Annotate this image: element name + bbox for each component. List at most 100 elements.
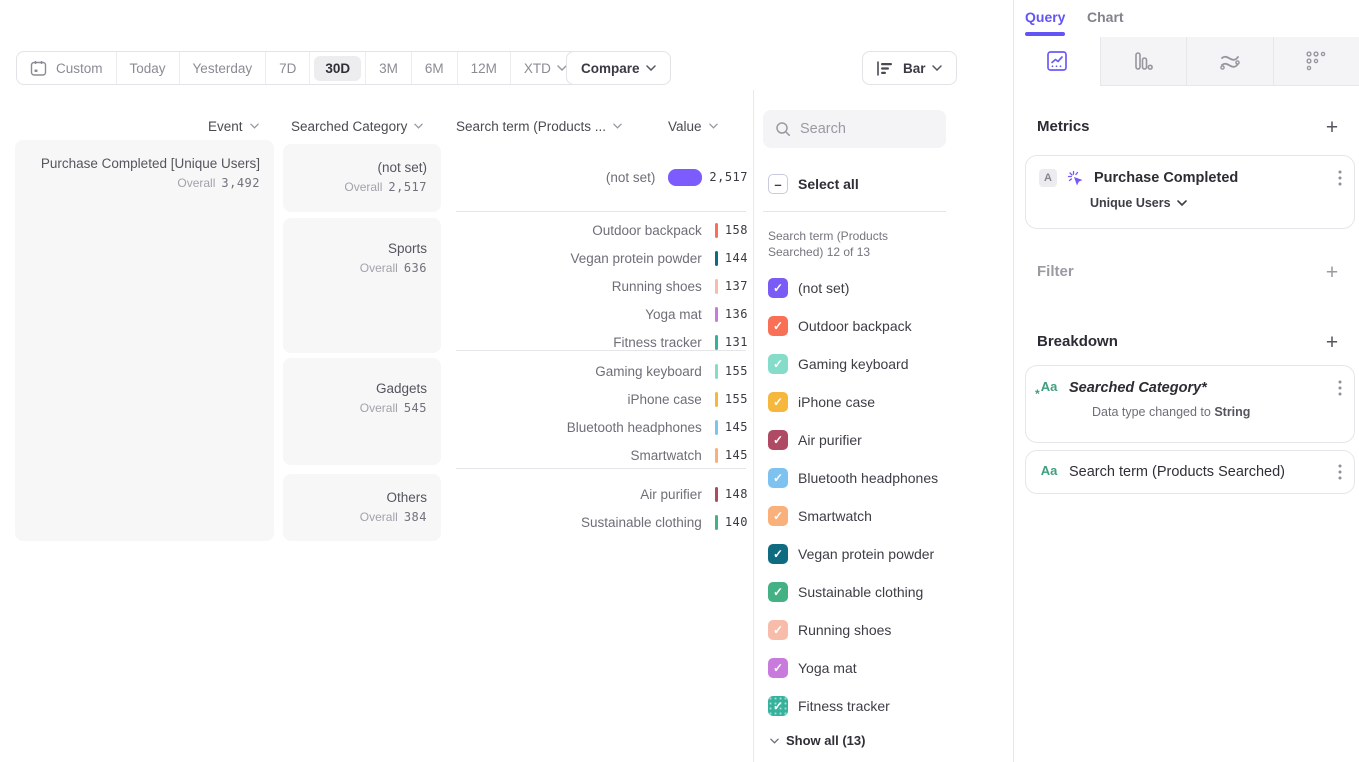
legend-item[interactable]: ✓ Smartwatch: [768, 506, 872, 526]
value-bar[interactable]: [715, 487, 718, 502]
category-cell[interactable]: Others Overall384: [283, 474, 441, 541]
tab-insights[interactable]: [1014, 37, 1100, 86]
legend-item[interactable]: ✓ Air purifier: [768, 430, 862, 450]
legend-item[interactable]: ✓ Vegan protein powder: [768, 544, 934, 564]
legend-item[interactable]: ✓ Sustainable clothing: [768, 582, 923, 602]
value-bar[interactable]: [715, 335, 718, 350]
column-header-search-term[interactable]: Search term (Products ...: [456, 115, 622, 137]
value-bar[interactable]: [715, 515, 718, 530]
date-30d-selected: 30D: [314, 56, 361, 81]
date-6m-button[interactable]: 6M: [411, 52, 457, 84]
legend-item-label: Outdoor backpack: [798, 318, 912, 334]
compare-button[interactable]: Compare: [566, 51, 671, 85]
legend-item[interactable]: ✓ Gaming keyboard: [768, 354, 909, 374]
term-row[interactable]: Gaming keyboard 155: [456, 357, 748, 385]
column-header-value[interactable]: Value: [668, 115, 718, 137]
value-bar[interactable]: [715, 392, 718, 407]
kebab-menu-icon[interactable]: [1338, 170, 1342, 186]
term-label: Fitness tracker: [456, 335, 715, 350]
checkbox-checked-icon[interactable]: ✓: [768, 658, 788, 678]
value-bar[interactable]: [715, 307, 718, 322]
search-input[interactable]: [800, 121, 930, 137]
overall-value: 384: [404, 510, 427, 524]
checkbox-checked-icon[interactable]: ✓: [768, 506, 788, 526]
select-all-checkbox[interactable]: – Select all: [768, 174, 859, 194]
checkbox-checked-icon[interactable]: ✓: [768, 696, 788, 716]
kebab-menu-icon[interactable]: [1338, 380, 1342, 396]
date-7d-button[interactable]: 7D: [265, 52, 309, 84]
term-row[interactable]: Bluetooth headphones 145: [456, 413, 748, 441]
tab-funnels[interactable]: [1100, 37, 1187, 86]
tab-query[interactable]: Query: [1025, 9, 1065, 25]
legend-search[interactable]: [763, 110, 946, 148]
tab-chart[interactable]: Chart: [1087, 9, 1124, 25]
term-row[interactable]: Outdoor backpack 158: [456, 216, 748, 244]
term-row[interactable]: Air purifier 148: [456, 480, 748, 508]
legend-item-label: iPhone case: [798, 394, 875, 410]
add-filter-button[interactable]: +: [1322, 263, 1342, 283]
term-row[interactable]: Fitness tracker 131: [456, 328, 748, 356]
show-all-link[interactable]: Show all (13): [770, 733, 865, 748]
column-header-category[interactable]: Searched Category: [291, 115, 423, 137]
checkbox-checked-icon[interactable]: ✓: [768, 354, 788, 374]
metric-aggregation-dropdown[interactable]: Unique Users: [1026, 187, 1354, 223]
date-today-button[interactable]: Today: [116, 52, 179, 84]
term-value: 2,517: [709, 170, 748, 184]
add-breakdown-button[interactable]: +: [1322, 333, 1342, 353]
tab-flows[interactable]: [1186, 37, 1273, 86]
legend-item[interactable]: ✓ Fitness tracker: [768, 696, 890, 716]
kebab-menu-icon[interactable]: [1338, 464, 1342, 480]
category-cell[interactable]: Sports Overall636: [283, 218, 441, 353]
checkbox-checked-icon[interactable]: ✓: [768, 468, 788, 488]
value-bar[interactable]: [715, 251, 718, 266]
legend-item[interactable]: ✓ Yoga mat: [768, 658, 857, 678]
term-row[interactable]: Vegan protein powder 144: [456, 244, 748, 272]
term-row[interactable]: Smartwatch 145: [456, 441, 748, 469]
category-cell[interactable]: (not set) Overall2,517: [283, 144, 441, 212]
date-30d-button[interactable]: 30D: [309, 52, 365, 84]
checkbox-checked-icon[interactable]: ✓: [768, 544, 788, 564]
event-cell[interactable]: Purchase Completed [Unique Users] Overal…: [15, 140, 274, 541]
category-cell[interactable]: Gadgets Overall545: [283, 358, 441, 465]
checkbox-checked-icon[interactable]: ✓: [768, 316, 788, 336]
date-yesterday-button[interactable]: Yesterday: [179, 52, 266, 84]
date-3m-button[interactable]: 3M: [365, 52, 411, 84]
value-bar[interactable]: [668, 169, 702, 186]
legend-item[interactable]: ✓ Outdoor backpack: [768, 316, 912, 336]
term-row[interactable]: iPhone case 155: [456, 385, 748, 413]
overall-value: 2,517: [388, 180, 427, 194]
date-12m-button[interactable]: 12M: [457, 52, 510, 84]
note-datatype: String: [1214, 405, 1250, 419]
breakdown-card[interactable]: Aa Search term (Products Searched): [1025, 450, 1355, 494]
checkbox-checked-icon[interactable]: ✓: [768, 620, 788, 640]
term-row[interactable]: Sustainable clothing 140: [456, 508, 748, 536]
active-tab-underline: [1025, 32, 1065, 36]
chart-type-label: Bar: [903, 61, 926, 76]
column-header-event[interactable]: Event: [208, 115, 259, 137]
term-row[interactable]: (not set) 2,517: [456, 163, 748, 191]
value-bar[interactable]: [715, 364, 718, 379]
checkbox-checked-icon[interactable]: ✓: [768, 430, 788, 450]
chart-type-button[interactable]: Bar: [862, 51, 957, 85]
checkbox-checked-icon[interactable]: ✓: [768, 392, 788, 412]
query-panel-divider: [1013, 0, 1014, 762]
checkbox-checked-icon[interactable]: ✓: [768, 582, 788, 602]
legend-item-label: Gaming keyboard: [798, 356, 909, 372]
date-custom-button[interactable]: Custom: [17, 52, 116, 84]
legend-item[interactable]: ✓ Bluetooth headphones: [768, 468, 938, 488]
term-row[interactable]: Running shoes 137: [456, 272, 748, 300]
add-metric-button[interactable]: +: [1322, 118, 1342, 138]
value-bar[interactable]: [715, 448, 718, 463]
legend-item[interactable]: ✓ (not set): [768, 278, 849, 298]
legend-item[interactable]: ✓ Running shoes: [768, 620, 891, 640]
term-row[interactable]: Yoga mat 136: [456, 300, 748, 328]
checkbox-checked-icon[interactable]: ✓: [768, 278, 788, 298]
insights-report: Custom Today Yesterday 7D 30D 3M 6M 12M …: [0, 0, 1359, 762]
value-bar[interactable]: [715, 279, 718, 294]
value-bar[interactable]: [715, 223, 718, 238]
tab-retention[interactable]: [1273, 37, 1359, 86]
value-bar[interactable]: [715, 420, 718, 435]
metric-card[interactable]: A Purchase Completed Unique Users: [1025, 155, 1355, 229]
breakdown-card[interactable]: Aa* Searched Category* Data type changed…: [1025, 365, 1355, 443]
legend-item[interactable]: ✓ iPhone case: [768, 392, 875, 412]
